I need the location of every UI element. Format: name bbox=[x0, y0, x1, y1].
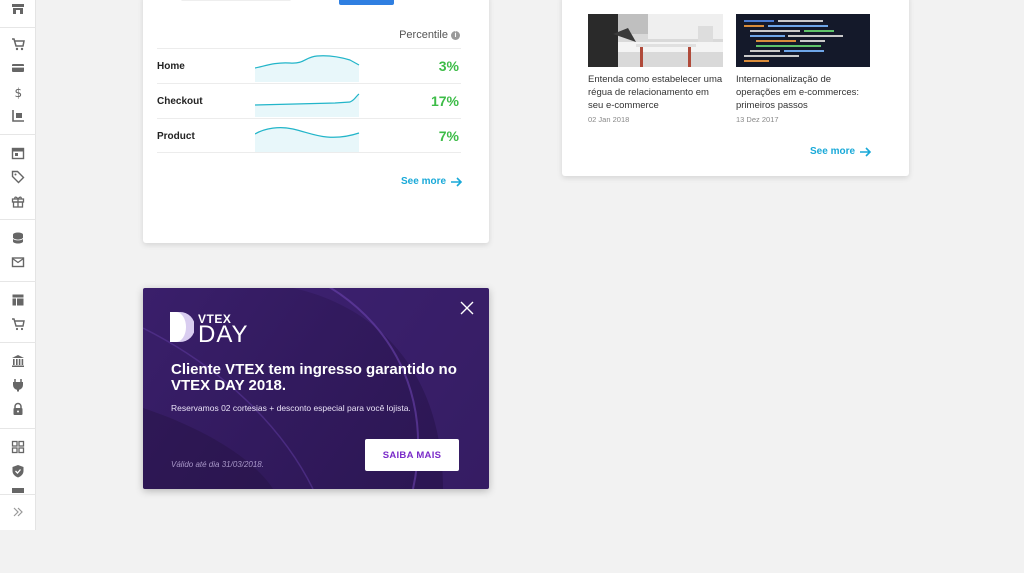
article-date: 02 Jan 2018 bbox=[588, 115, 630, 124]
article-title[interactable]: Internacionalização de operações em e-co… bbox=[736, 73, 871, 112]
table-row: Checkout 17% bbox=[157, 83, 461, 118]
plug-icon[interactable] bbox=[11, 378, 25, 392]
store-icon[interactable] bbox=[11, 2, 25, 16]
table-row: Product 7% bbox=[157, 118, 461, 153]
bank-icon[interactable] bbox=[11, 354, 25, 368]
faint-text bbox=[181, 0, 291, 1]
expand-icon[interactable] bbox=[11, 505, 25, 519]
sparkline-checkout bbox=[255, 93, 360, 117]
row-value: 7% bbox=[438, 128, 459, 144]
sidebar: $ bbox=[0, 0, 36, 530]
credit-card-icon[interactable] bbox=[11, 61, 25, 75]
apps-icon[interactable] bbox=[11, 440, 25, 454]
row-label: Product bbox=[157, 131, 195, 142]
article-thumbnail[interactable] bbox=[736, 14, 870, 67]
see-more-link[interactable]: See more bbox=[401, 176, 463, 187]
folder-icon[interactable] bbox=[11, 487, 25, 493]
svg-text:$: $ bbox=[15, 86, 23, 99]
percentile-label: Percentile bbox=[399, 29, 448, 41]
info-icon[interactable]: i bbox=[451, 30, 460, 40]
article-date: 13 Dez 2017 bbox=[736, 115, 779, 124]
cart-settings-icon[interactable] bbox=[11, 317, 25, 331]
row-label: Home bbox=[157, 61, 185, 72]
lock-icon[interactable] bbox=[11, 402, 25, 416]
gift-icon[interactable] bbox=[11, 194, 25, 208]
promo-validity: Válido até dia 31/03/2018. bbox=[171, 460, 264, 469]
arrow-right-icon bbox=[451, 176, 463, 187]
articles-card: Entenda como estabelecer uma régua de re… bbox=[562, 0, 909, 176]
tag-icon[interactable] bbox=[11, 170, 25, 184]
promo-title: Cliente VTEX tem ingresso garantido no V… bbox=[171, 361, 457, 394]
see-more-link[interactable]: See more bbox=[810, 146, 872, 157]
calendar-icon[interactable] bbox=[11, 146, 25, 160]
see-more-label: See more bbox=[810, 146, 856, 157]
vtex-day-logo-mark bbox=[170, 312, 194, 342]
vtex-day-promo: VTEX DAY Cliente VTEX tem ingresso garan… bbox=[143, 288, 489, 489]
promo-subtitle: Reservamos 02 cortesias + desconto espec… bbox=[171, 403, 411, 413]
close-icon[interactable] bbox=[459, 300, 475, 316]
logo-day: DAY bbox=[198, 321, 249, 348]
database-icon[interactable] bbox=[11, 231, 25, 245]
inventory-icon[interactable] bbox=[11, 109, 25, 123]
percentile-header: Percentile i bbox=[399, 29, 460, 41]
cart-icon[interactable] bbox=[11, 37, 25, 51]
row-label: Checkout bbox=[157, 96, 203, 107]
performance-card: Percentile i Home 3% Checkout 17% Produc… bbox=[143, 0, 489, 243]
row-value: 3% bbox=[438, 58, 459, 74]
table-row: Home 3% bbox=[157, 48, 461, 83]
dollar-icon[interactable]: $ bbox=[11, 85, 25, 99]
vtex-day-logo: VTEX DAY bbox=[170, 312, 248, 347]
article-thumbnail[interactable] bbox=[588, 14, 723, 67]
article-title[interactable]: Entenda como estabelecer uma régua de re… bbox=[588, 73, 723, 112]
row-value: 17% bbox=[430, 93, 459, 109]
mail-icon[interactable] bbox=[11, 255, 25, 269]
layout-icon[interactable] bbox=[11, 293, 25, 307]
see-more-label: See more bbox=[401, 176, 447, 187]
saiba-mais-button[interactable]: SAIBA MAIS bbox=[365, 439, 459, 471]
sparkline-home bbox=[255, 55, 360, 82]
shield-icon[interactable] bbox=[11, 464, 25, 478]
primary-button[interactable] bbox=[339, 0, 394, 5]
arrow-right-icon bbox=[860, 146, 872, 157]
sparkline-product bbox=[255, 127, 360, 152]
